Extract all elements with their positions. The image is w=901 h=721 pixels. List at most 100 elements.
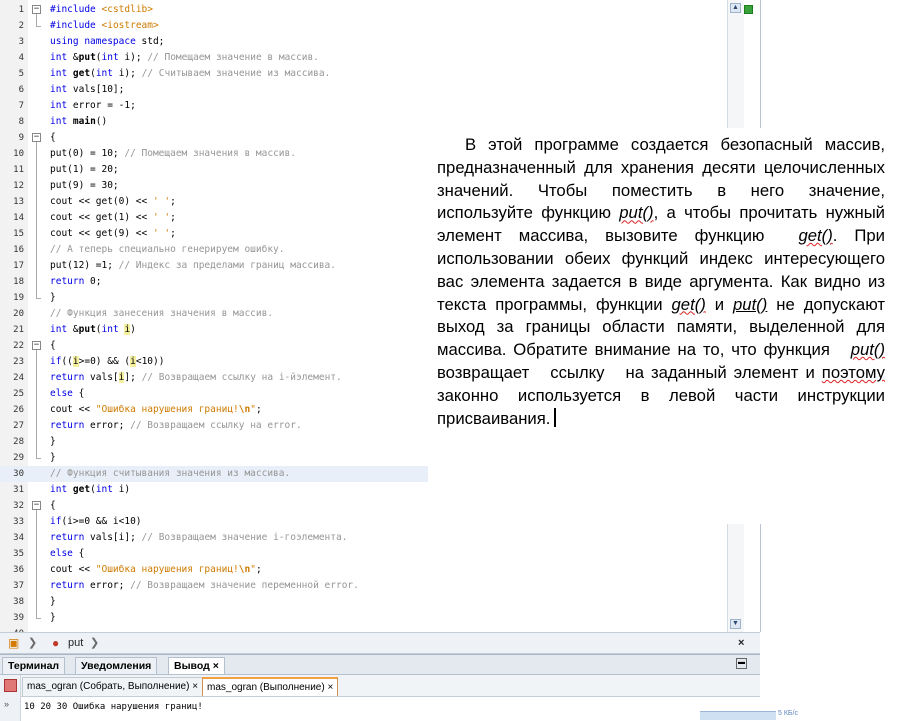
code-text: int &put(int i); // Помещаем значение в … [50,52,319,63]
line-number: 33 [13,517,24,527]
code-line[interactable]: 5 int get(int i); // Считываем значение и… [0,66,742,82]
code-text: put(1) = 20; [50,164,119,175]
code-text: // Функция считывания значения из массив… [50,468,291,479]
fold-guide [36,510,37,618]
line-number: 6 [18,85,24,95]
line-number: 38 [13,597,24,607]
stop-icon[interactable] [4,679,17,692]
double-chevron-icon[interactable]: » [4,699,9,709]
line-number: 8 [18,117,24,127]
scroll-up-arrow-icon[interactable]: ▲ [730,3,741,13]
code-text: cout << "Ошибка нарушения границ!\n"; [50,564,262,575]
code-line[interactable]: 6 int vals[10]; [0,82,742,98]
output-subtabs: mas_ogran (Собрать, Выполнение) × mas_og… [0,675,760,697]
code-line[interactable]: 1− #include <cstdlib> [0,2,742,18]
code-text: int error = -1; [50,100,136,111]
code-text: cout << "Ошибка нарушения границ!\n"; [50,404,262,415]
code-text: return vals[i]; // Возвращаем ссылку на … [50,372,342,383]
code-text: return vals[i]; // Возвращаем значение i… [50,532,348,543]
line-number: 12 [13,181,24,191]
code-text: #include <cstdlib> [50,4,153,15]
code-line[interactable]: 36 cout << "Ошибка нарушения границ!\n"; [0,562,742,578]
code-line[interactable]: 7 int error = -1; [0,98,742,114]
line-number: 11 [13,165,24,175]
line-number: 28 [13,437,24,447]
scroll-down-arrow-icon[interactable]: ▼ [730,619,741,629]
code-text: put(0) = 10; // Помещаем значения в масс… [50,148,296,159]
line-number: 18 [13,277,24,287]
fold-toggle-icon[interactable]: − [32,5,41,14]
code-line[interactable]: 37 return error; // Возвращаем значение п… [0,578,742,594]
code-text: { [50,500,56,511]
line-number: 36 [13,565,24,575]
line-number: 14 [13,213,24,223]
code-text: } [50,436,56,447]
panel-tabs: Терминал Уведомления Вывод × ▬ [0,655,760,675]
subtab-run[interactable]: mas_ogran (Выполнение) × [202,677,339,696]
minimize-icon[interactable]: ▬ [736,658,747,669]
function-icon: ● [52,636,60,650]
fold-toggle-icon[interactable]: − [32,341,41,350]
code-text: int vals[10]; [50,84,125,95]
code-line[interactable]: 35 else { [0,546,742,562]
line-number: 7 [18,101,24,111]
function-name[interactable]: put [68,633,83,653]
close-icon[interactable]: × [738,633,744,653]
code-text: { [50,340,56,351]
code-text: int main() [50,116,108,127]
code-text: if(i>=0 && i<10) [50,516,142,527]
fold-toggle-icon[interactable]: − [32,501,41,510]
line-number: 5 [18,69,24,79]
code-text: // Функция занесения значения в массив. [50,308,274,319]
no-errors-marker-icon [744,5,753,14]
fold-guide [36,142,37,298]
fold-guide [36,350,37,458]
line-number: 39 [13,613,24,623]
network-speed: 5 КБ/с [778,710,798,717]
code-text: int &put(int i) [50,324,136,335]
code-text: cout << get(0) << ' '; [50,196,176,207]
code-line[interactable]: 38} [0,594,742,610]
line-number: 3 [18,37,24,47]
project-icon[interactable]: ▣ [8,633,19,653]
code-text: #include <iostream> [50,20,159,31]
line-number: 4 [18,53,24,63]
line-number: 1 [18,5,24,15]
output-panel: Терминал Уведомления Вывод × ▬ mas_ogran… [0,654,760,721]
line-number: 29 [13,453,24,463]
line-number: 19 [13,293,24,303]
line-number: 27 [13,421,24,431]
line-number: 10 [13,149,24,159]
tab-output[interactable]: Вывод × [168,657,225,674]
line-number: 26 [13,405,24,415]
code-text: // А теперь специально генерируем ошибку… [50,244,285,255]
tab-terminal[interactable]: Терминал [2,657,66,674]
code-text: } [50,612,56,623]
code-text: } [50,452,56,463]
line-number: 24 [13,373,24,383]
code-line[interactable]: 3 using namespace std; [0,34,742,50]
code-text: put(9) = 30; [50,180,119,191]
fold-toggle-icon[interactable]: − [32,133,41,142]
chevron-right-icon: ❯ [90,637,100,649]
line-number: 21 [13,325,24,335]
code-line[interactable]: 4 int &put(int i); // Помещаем значение в… [0,50,742,66]
code-line[interactable]: 34 return vals[i]; // Возвращаем значение… [0,530,742,546]
line-number: 37 [13,581,24,591]
tab-notifications[interactable]: Уведомления [75,657,158,674]
code-line[interactable]: 39} [0,610,742,626]
line-number: 23 [13,357,24,367]
line-number: 20 [13,309,24,319]
code-text: put(12) =1; // Индекс за пределами грани… [50,260,336,271]
line-number: 17 [13,261,24,271]
code-line[interactable]: 2 #include <iostream> [0,18,742,34]
code-text: else { [50,548,85,559]
line-number: 30 [13,469,24,479]
subtab-build-run[interactable]: mas_ogran (Собрать, Выполнение) × [22,677,204,696]
line-number: 15 [13,229,24,239]
line-number: 31 [13,485,24,495]
code-text: } [50,596,56,607]
description-paragraph: В этой программе создается безопасный ма… [437,135,886,428]
code-text: } [50,292,56,303]
code-text: return error; // Возвращаем ссылку на er… [50,420,302,431]
